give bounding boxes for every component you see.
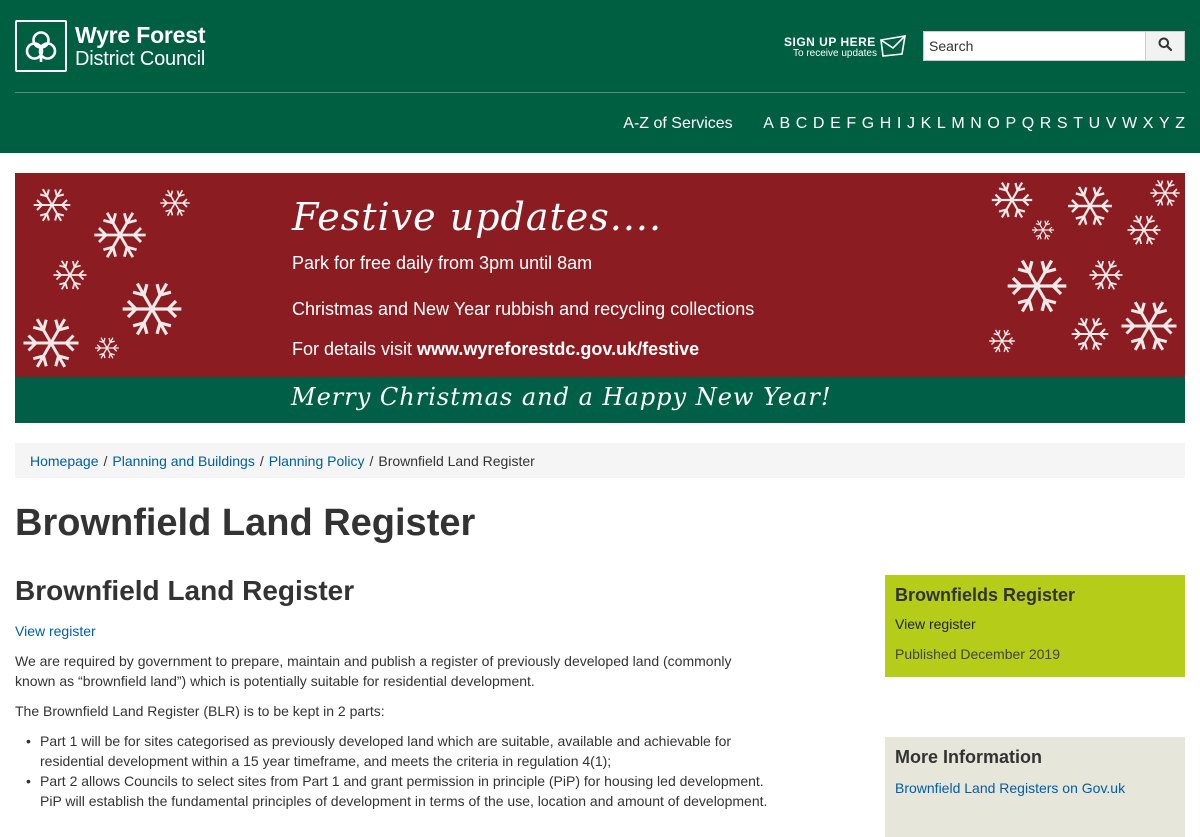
- az-letter-m[interactable]: M: [951, 115, 964, 133]
- banner-title: Festive updates....: [292, 195, 663, 239]
- council-logo-icon: [15, 20, 67, 72]
- az-letter-r[interactable]: R: [1040, 115, 1052, 133]
- more-information-title: More Information: [895, 747, 1042, 767]
- brownfields-register-title: Brownfields Register: [895, 585, 1076, 605]
- breadcrumb-planning-and-buildings[interactable]: Planning and Buildings: [112, 453, 254, 469]
- az-letter-a[interactable]: A: [763, 115, 774, 133]
- banner-details-url: www.wyreforestdc.gov.uk/festive: [417, 339, 700, 359]
- brownfields-register-panel: Brownfields Register View register Publi…: [885, 575, 1185, 677]
- az-letter-l[interactable]: L: [937, 115, 946, 133]
- council-logo-text: Wyre Forest District Council: [75, 21, 206, 70]
- breadcrumb-planning-policy[interactable]: Planning Policy: [269, 453, 365, 469]
- festive-banner[interactable]: Festive updates.... Park for free daily …: [15, 173, 1185, 423]
- snowflake-icon: [991, 181, 1033, 219]
- search-input[interactable]: [923, 31, 1145, 61]
- snowflake-icon: [1089, 260, 1123, 290]
- breadcrumb-homepage[interactable]: Homepage: [30, 453, 99, 469]
- az-letter-x[interactable]: X: [1143, 115, 1154, 133]
- header-divider: [15, 92, 1185, 93]
- snowflake-icon: [1127, 215, 1161, 245]
- az-letter-u[interactable]: U: [1089, 115, 1101, 133]
- snowflake-icon: [95, 337, 119, 359]
- az-letter-e[interactable]: E: [830, 115, 841, 133]
- logo-line-2: District Council: [75, 47, 206, 70]
- snowflake-icon: [989, 329, 1015, 353]
- az-letter-i[interactable]: I: [897, 115, 901, 133]
- council-logo-link[interactable]: Wyre Forest District Council: [15, 20, 206, 72]
- az-letter-v[interactable]: V: [1106, 115, 1117, 133]
- intro-paragraph: We are required by government to prepare…: [15, 653, 732, 689]
- az-letter-w[interactable]: W: [1122, 115, 1137, 133]
- snowflake-icon: [23, 318, 79, 368]
- breadcrumb: Homepage / Planning and Buildings / Plan…: [15, 443, 1185, 478]
- snowflake-icon: [1007, 259, 1067, 313]
- az-letter-j[interactable]: J: [907, 115, 915, 133]
- logo-line-1: Wyre Forest: [75, 21, 206, 48]
- az-letter-c[interactable]: C: [796, 115, 808, 133]
- breadcrumb-separator: /: [259, 452, 264, 469]
- banner-details-prefix: For details visit: [292, 339, 418, 359]
- more-information-panel: More Information Brownfield Land Registe…: [885, 737, 1185, 837]
- snowflake-icon: [1121, 301, 1177, 351]
- snowflake-icon: [122, 282, 182, 336]
- gov-uk-registers-link[interactable]: Brownfield Land Registers on Gov.uk: [895, 780, 1175, 796]
- snowflake-icon: [33, 188, 71, 222]
- snowflake-icon: [1150, 179, 1180, 207]
- az-letter-p[interactable]: P: [1005, 115, 1016, 133]
- site-header: Wyre Forest District Council SIGN UP HER…: [0, 0, 1200, 153]
- az-letter-f[interactable]: F: [846, 115, 856, 133]
- az-letter-g[interactable]: G: [862, 115, 874, 133]
- az-letter-n[interactable]: N: [970, 115, 982, 133]
- snowflake-icon: [94, 212, 146, 258]
- az-letter-d[interactable]: D: [813, 115, 825, 133]
- banner-details-text: For details visit www.wyreforestdc.gov.u…: [292, 339, 699, 360]
- banner-parking-text: Park for free daily from 3pm until 8am: [292, 253, 593, 273]
- parts-list: Part 1 will be for sites categorised as …: [15, 731, 775, 811]
- published-date: Published December 2019: [895, 646, 1060, 662]
- list-item: Part 2 allows Councils to select sites f…: [15, 771, 775, 811]
- snowflake-icon: [53, 260, 87, 290]
- breadcrumb-separator: /: [103, 452, 108, 469]
- snowflake-icon: [160, 189, 190, 217]
- search-button[interactable]: [1145, 31, 1185, 61]
- az-services-link[interactable]: A-Z of Services: [623, 115, 732, 133]
- snowflake-icon: [1071, 317, 1109, 351]
- az-letter-z[interactable]: Z: [1175, 115, 1185, 133]
- az-services-nav: A-Z of Services A B C D E F G H I J K L …: [623, 114, 1185, 134]
- az-letter-h[interactable]: H: [880, 115, 892, 133]
- sidebar-view-register-link[interactable]: View register: [895, 616, 1175, 632]
- view-register-link[interactable]: View register: [15, 623, 96, 639]
- az-letter-s[interactable]: S: [1057, 115, 1068, 133]
- breadcrumb-current: Brownfield Land Register: [378, 452, 535, 469]
- az-letter-k[interactable]: K: [921, 115, 932, 133]
- az-letter-t[interactable]: T: [1073, 115, 1083, 133]
- banner-collections-text: Christmas and New Year rubbish and recyc…: [292, 299, 755, 319]
- list-item: Part 1 will be for sites categorised as …: [15, 731, 775, 771]
- az-letter-y[interactable]: Y: [1159, 115, 1170, 133]
- az-letter-b[interactable]: B: [780, 115, 791, 133]
- envelope-icon: [880, 35, 906, 62]
- parts-paragraph: The Brownfield Land Register (BLR) is to…: [15, 703, 385, 719]
- breadcrumb-separator: /: [369, 452, 374, 469]
- main-content: Brownfield Land Register View register W…: [15, 575, 775, 811]
- search-icon: [1158, 37, 1173, 56]
- snowflake-icon: [1032, 220, 1054, 240]
- search-form: [923, 31, 1185, 61]
- main-heading: Brownfield Land Register: [15, 575, 355, 606]
- signup-updates-link[interactable]: SIGN UP HERE To receive updates: [784, 33, 906, 61]
- signup-title: SIGN UP HERE: [784, 35, 876, 49]
- signup-subtitle: To receive updates: [793, 48, 877, 59]
- page-title: Brownfield Land Register: [15, 502, 476, 544]
- banner-greeting: Merry Christmas and a Happy New Year!: [291, 383, 832, 411]
- az-letter-q[interactable]: Q: [1022, 115, 1034, 133]
- snowflake-icon: [1068, 186, 1112, 226]
- az-letter-o[interactable]: O: [987, 115, 999, 133]
